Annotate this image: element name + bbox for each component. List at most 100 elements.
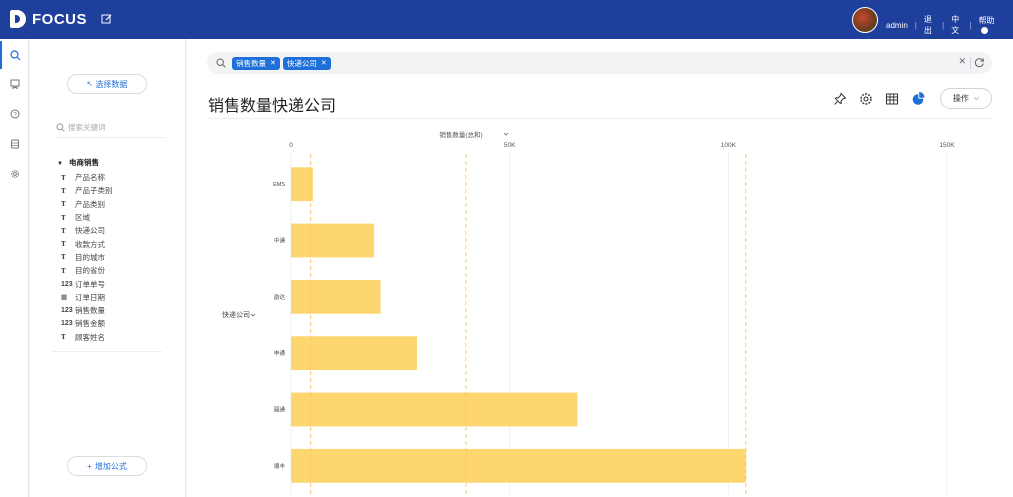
- field-item[interactable]: T 产品子类别: [61, 184, 171, 197]
- field-item[interactable]: T 收款方式: [61, 237, 171, 250]
- field-name: 产品子类别: [75, 186, 113, 196]
- field-item[interactable]: 123 销售数量: [61, 304, 171, 317]
- divider: [207, 118, 992, 119]
- search-token[interactable]: 快递公司 ✕: [282, 56, 331, 70]
- bar: [291, 167, 313, 202]
- text-type-icon: T: [61, 186, 66, 195]
- select-data-button[interactable]: ↖ 选择数据: [67, 74, 147, 94]
- field-name: 顾客姓名: [75, 332, 105, 342]
- number-type-label: 123: [61, 280, 73, 288]
- field-name: 目的省份: [75, 266, 105, 276]
- dataset-node[interactable]: ▼ 电商销售: [57, 157, 99, 168]
- bar: [291, 336, 417, 371]
- search-icon[interactable]: [0, 41, 29, 69]
- field-item[interactable]: T 顾客姓名: [61, 331, 171, 344]
- x-axis-title[interactable]: 销售数量(总和): [439, 130, 482, 139]
- bookmark-icon[interactable]: [0, 70, 29, 98]
- add-formula-button[interactable]: + 增加公式: [67, 456, 147, 476]
- keyword-search-input[interactable]: 搜索关键词: [56, 123, 166, 138]
- divider: [970, 57, 971, 69]
- username[interactable]: admin: [886, 21, 908, 30]
- top-bar: FOCUS admin | 退出 | 中文 | 帮助: [0, 0, 1013, 39]
- gear-icon[interactable]: [858, 91, 874, 107]
- question-icon[interactable]: ?: [0, 100, 29, 128]
- nav-rail: ?: [0, 39, 29, 497]
- field-item[interactable]: T 目的城市: [61, 251, 171, 264]
- y-axis-title[interactable]: 快递公司: [222, 310, 250, 319]
- divider: |: [969, 20, 972, 30]
- field-name: 订单日期: [75, 292, 105, 302]
- edit-icon[interactable]: [101, 13, 113, 25]
- language-link[interactable]: 中文: [951, 14, 962, 36]
- field-item[interactable]: 123 订单单号: [61, 277, 171, 290]
- back-arrow-icon: ↖: [86, 81, 93, 88]
- field-item[interactable]: T 快递公司: [61, 224, 171, 237]
- number-type-label: 123: [61, 320, 73, 328]
- x-tick-label: 50K: [504, 142, 516, 149]
- bar: [291, 392, 578, 427]
- search-token[interactable]: 销售数量 ✕: [232, 56, 280, 70]
- y-tick-label: EMS: [273, 182, 285, 188]
- x-tick-label: 100K: [721, 142, 737, 149]
- field-item[interactable]: T 区域: [61, 211, 171, 224]
- text-type-icon: T: [61, 173, 66, 182]
- view-toolbar: [832, 91, 936, 107]
- bar: [291, 223, 375, 258]
- field-name: 收款方式: [75, 239, 105, 249]
- caret-down-icon: ▼: [57, 161, 63, 167]
- bar: [291, 279, 381, 314]
- pin-icon[interactable]: [832, 91, 848, 107]
- close-icon[interactable]: ✕: [321, 59, 327, 67]
- chevron-down-icon: [503, 132, 509, 136]
- gear-icon[interactable]: [0, 160, 29, 188]
- x-tick-label: 0: [289, 142, 293, 149]
- top-links: admin | 退出 | 中文 | 帮助: [886, 14, 1013, 36]
- token-label: 销售数量: [236, 58, 266, 68]
- text-type-icon: T: [61, 253, 66, 262]
- text-type-icon: T: [61, 213, 66, 222]
- field-item[interactable]: T 产品名称: [61, 171, 171, 184]
- y-tick-label: 申通: [274, 349, 286, 357]
- text-type-icon: T: [61, 333, 66, 342]
- token-label: 快递公司: [286, 58, 317, 68]
- field-item[interactable]: ▦ 订单日期: [61, 291, 171, 304]
- y-tick-label: 顺丰: [274, 462, 286, 470]
- field-name: 区域: [75, 213, 90, 223]
- pie-chart-icon[interactable]: [910, 91, 926, 107]
- database-icon[interactable]: [0, 130, 29, 158]
- field-list: T 产品名称 T 产品子类别 T 产品类别 T 区域 T 快递公司 T 收款方式 T 目的城市 T 目的省份 1…: [61, 171, 171, 344]
- avatar[interactable]: [852, 7, 878, 33]
- field-item[interactable]: T 目的省份: [61, 264, 171, 277]
- close-icon[interactable]: ✕: [270, 59, 276, 67]
- y-tick-label: 韵达: [274, 293, 286, 301]
- main-area: 销售数量 ✕ 快递公司 ✕ ✕ 销售数量快递公司 操作 ⌵ 0 50K 100K 150K…: [187, 39, 1013, 497]
- refresh-icon[interactable]: [974, 57, 985, 68]
- search-bar[interactable]: 销售数量 ✕ 快递公司 ✕ ✕: [207, 52, 992, 74]
- chevron-down-icon: ⌵: [973, 94, 980, 102]
- field-name: 销售数量: [75, 306, 105, 316]
- field-name: 快递公司: [75, 226, 105, 236]
- table-icon[interactable]: [884, 91, 900, 107]
- field-name: 产品名称: [75, 173, 105, 183]
- text-type-icon: T: [61, 226, 66, 235]
- field-name: 目的城市: [75, 252, 105, 262]
- field-item[interactable]: T 产品类别: [61, 198, 171, 211]
- help-label: 帮助: [978, 16, 995, 25]
- help-link[interactable]: 帮助: [979, 15, 1006, 35]
- bar: [291, 448, 746, 483]
- operate-button[interactable]: 操作 ⌵: [940, 88, 992, 109]
- search-icon: [216, 58, 226, 68]
- date-type-icon: ▦: [61, 294, 68, 302]
- operate-label: 操作: [952, 94, 969, 103]
- logout-link[interactable]: 退出: [924, 14, 935, 36]
- chevron-down-icon: [250, 313, 256, 317]
- y-tick-label: 圆通: [274, 406, 286, 414]
- text-type-icon: T: [61, 240, 66, 249]
- field-item[interactable]: 123 销售金额: [61, 317, 171, 330]
- field-name: 产品类别: [75, 199, 105, 209]
- add-formula-label: 增加公式: [94, 461, 127, 471]
- clear-icon[interactable]: ✕: [958, 56, 966, 67]
- logo[interactable]: FOCUS: [10, 10, 87, 28]
- field-name: 订单单号: [75, 279, 105, 289]
- divider: |: [942, 20, 945, 30]
